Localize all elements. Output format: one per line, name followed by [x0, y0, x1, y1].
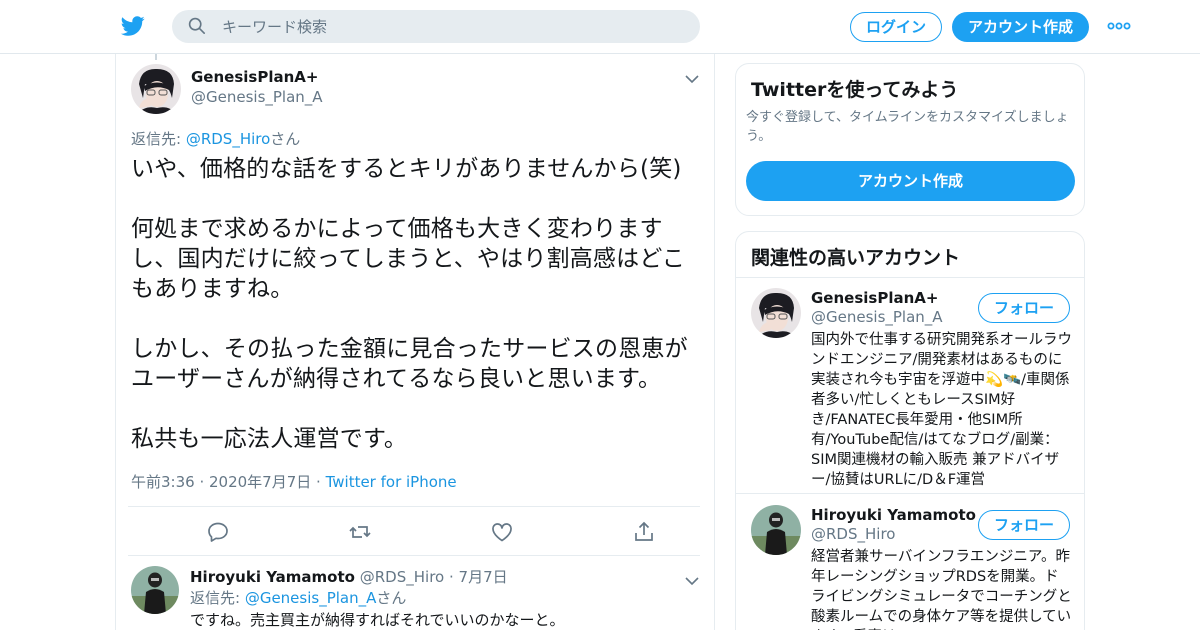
- avatar[interactable]: [751, 288, 801, 338]
- signup-card-title: Twitterを使ってみよう: [751, 79, 959, 101]
- follow-button[interactable]: フォロー: [978, 510, 1070, 540]
- reply-tweet[interactable]: Hiroyuki Yamamoto @RDS_Hiro · 7月7日 返信先: …: [116, 556, 714, 630]
- reply-context: 返信先: @Genesis_Plan_Aさん: [190, 587, 406, 608]
- reply-suffix: さん: [270, 130, 301, 148]
- reply-header: Hiroyuki Yamamoto @RDS_Hiro · 7月7日: [190, 566, 508, 587]
- tweet-detail-column: GenesisPlanA+ @Genesis_Plan_A 返信先: @RDS_…: [115, 54, 715, 630]
- share-icon[interactable]: [632, 520, 656, 544]
- chevron-down-icon[interactable]: [684, 70, 700, 84]
- tweet-author-handle[interactable]: @Genesis_Plan_A: [191, 88, 323, 106]
- related-accounts-card: 関連性の高いアカウント GenesisPlanA+ @Genesis_Plan_…: [735, 231, 1085, 630]
- search-input[interactable]: [222, 10, 682, 43]
- related-account-item[interactable]: Hiroyuki Yamamoto @RDS_Hiro フォロー 経営者兼サーバ…: [736, 495, 1084, 630]
- follow-button[interactable]: フォロー: [978, 293, 1070, 323]
- reply-context: 返信先: @RDS_Hiroさん: [131, 128, 300, 149]
- reply-icon[interactable]: [206, 520, 230, 544]
- account-handle[interactable]: @RDS_Hiro: [811, 525, 895, 543]
- search-box[interactable]: [172, 10, 700, 43]
- tweet-text: いや、価格的な話をするとキリがありませんから(笑) 何処まで求めるかによって価格…: [131, 156, 688, 452]
- account-handle[interactable]: @Genesis_Plan_A: [811, 308, 943, 326]
- reply-date[interactable]: 7月7日: [459, 568, 508, 586]
- reply-text: ですね。売主買主が納得すればそれでいいのかなーと。: [190, 611, 565, 629]
- login-button[interactable]: ログイン: [850, 12, 942, 42]
- account-bio: 国内外で仕事する研究開発系オールラウンドエンジニア/開発素材はあるものに実装され…: [811, 332, 1072, 488]
- tweet-time[interactable]: 午前3:36: [131, 473, 195, 491]
- reply-target-link[interactable]: @RDS_Hiro: [186, 130, 270, 148]
- avatar[interactable]: [131, 64, 181, 114]
- like-icon[interactable]: [490, 520, 514, 544]
- more-dots-icon[interactable]: [1106, 18, 1132, 34]
- tweet-metadata: 午前3:36 · 2020年7月7日 · Twitter for iPhone: [131, 473, 457, 491]
- reply-target-link[interactable]: @Genesis_Plan_A: [245, 589, 377, 607]
- account-name[interactable]: GenesisPlanA+: [811, 289, 938, 307]
- reply-prefix: 返信先:: [190, 589, 245, 607]
- account-name[interactable]: Hiroyuki Yamamoto: [811, 506, 976, 524]
- thread-connector: [155, 54, 157, 60]
- retweet-icon[interactable]: [348, 520, 372, 544]
- signup-card-subtitle: 今すぐ登録して、タイムラインをカスタマイズしましょう。: [746, 110, 1069, 144]
- signup-card: Twitterを使ってみよう 今すぐ登録して、タイムラインをカスタマイズしましょ…: [735, 63, 1085, 216]
- twitter-bird-icon[interactable]: [120, 14, 146, 38]
- reply-author-name[interactable]: Hiroyuki Yamamoto: [190, 568, 355, 586]
- related-accounts-title: 関連性の高いアカウント: [751, 247, 961, 269]
- separator-dot: ·: [444, 568, 459, 586]
- reply-author-handle[interactable]: @RDS_Hiro: [360, 568, 444, 586]
- chevron-down-icon[interactable]: [684, 572, 700, 586]
- related-account-item[interactable]: GenesisPlanA+ @Genesis_Plan_A フォロー 国内外で仕…: [736, 278, 1084, 494]
- create-account-button[interactable]: アカウント作成: [746, 161, 1075, 201]
- search-icon: [188, 17, 206, 35]
- account-bio: 経営者兼サーバインフラエンジニア。昨年レーシングショップRDSを開業。ドライビン…: [811, 549, 1072, 630]
- reply-suffix: さん: [376, 589, 407, 607]
- signup-button[interactable]: アカウント作成: [952, 12, 1089, 42]
- avatar[interactable]: [131, 566, 179, 614]
- reply-prefix: 返信先:: [131, 130, 186, 148]
- tweet-action-bar: [128, 506, 700, 556]
- tweet-author-name[interactable]: GenesisPlanA+: [191, 68, 318, 86]
- avatar[interactable]: [751, 505, 801, 555]
- tweet-date[interactable]: 2020年7月7日: [209, 473, 311, 491]
- top-navigation-bar: ログイン アカウント作成: [0, 0, 1200, 54]
- tweet-source-link[interactable]: Twitter for iPhone: [326, 473, 457, 491]
